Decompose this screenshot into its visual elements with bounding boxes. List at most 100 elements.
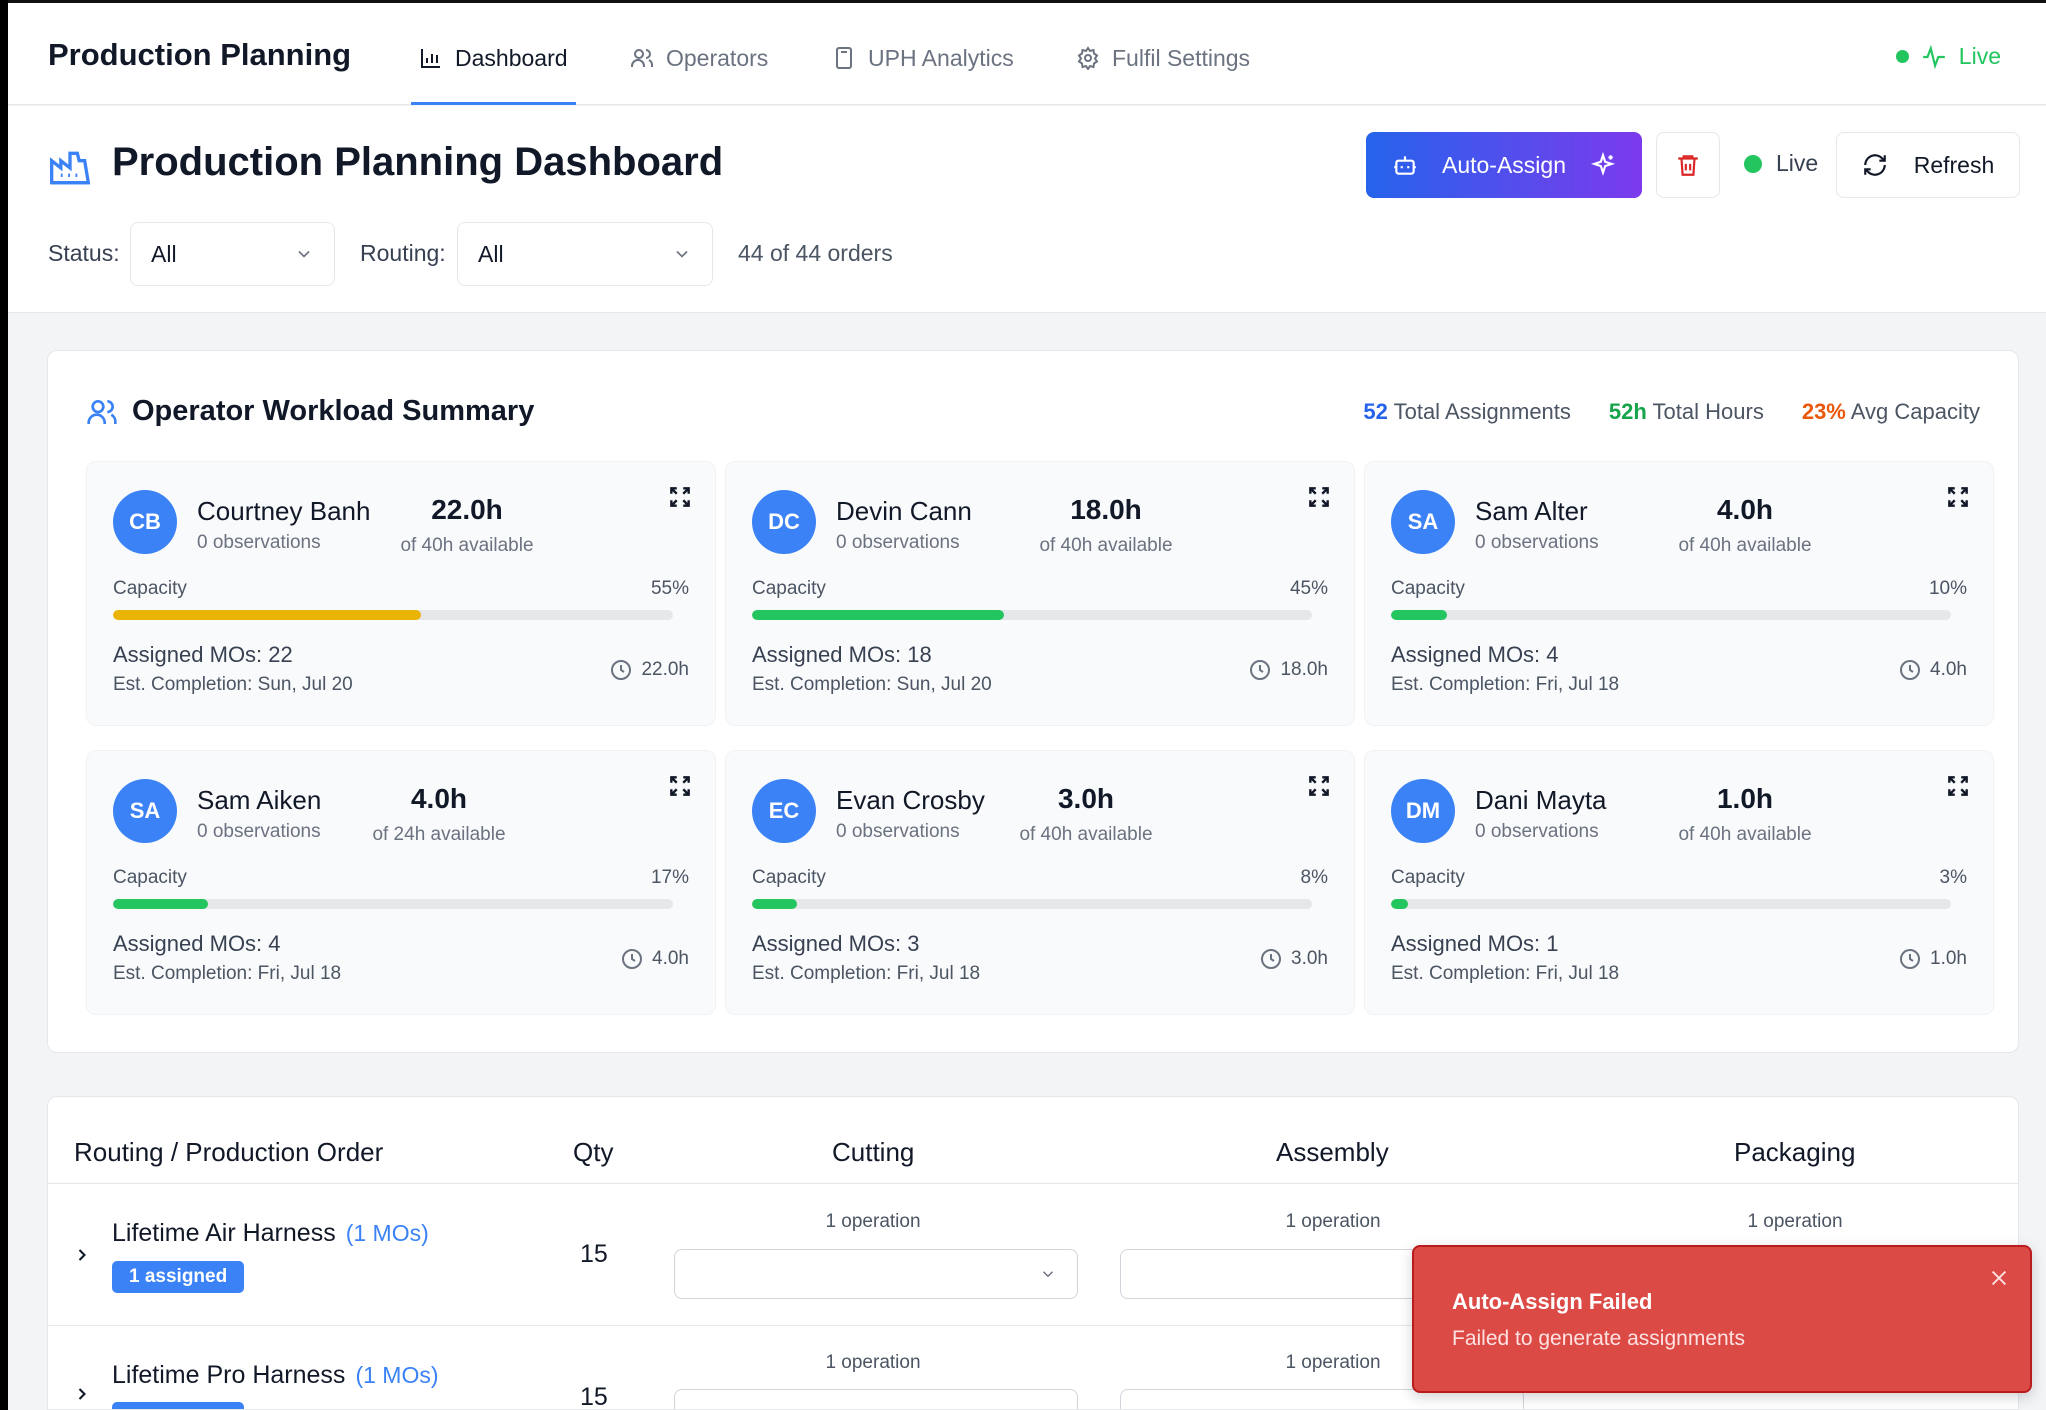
error-toast: Auto-Assign Failed Failed to generate as…	[1412, 1245, 2032, 1393]
capacity-bar	[113, 899, 673, 909]
operator-card[interactable]: SA Sam Alter 0 observations 4.0h of 40h avai…	[1364, 461, 1994, 726]
gear-icon	[1077, 46, 1099, 70]
operator-name: Dani Mayta	[1475, 785, 1607, 815]
header-divider	[48, 1183, 2018, 1184]
assigned-hours: 4.0h	[1716, 494, 1774, 525]
operator-card[interactable]: EC Evan Crosby 0 observations 3.0h of 40h av…	[725, 750, 1355, 1015]
capacity-bar	[1391, 899, 1951, 909]
capacity-bar	[752, 899, 1312, 909]
capacity-label: Capacity	[1391, 578, 1465, 599]
expand-icon[interactable]	[1945, 484, 1971, 510]
routing-name[interactable]: Lifetime Air Harness (1 MOs)	[112, 1219, 429, 1248]
chevron-right-icon[interactable]	[72, 1245, 92, 1265]
header-assembly: Assembly	[1276, 1137, 1389, 1167]
capacity-bar-fill	[752, 899, 797, 909]
header-routing: Routing / Production Order	[74, 1137, 384, 1167]
page-title: Production Planning Dashboard	[112, 140, 724, 184]
hours-badge: 4.0h	[620, 947, 689, 971]
available-hours: of 24h available	[372, 824, 506, 845]
capacity-bar	[113, 610, 673, 620]
assigned-hours: 4.0h	[410, 783, 468, 814]
capacity-label: Capacity	[752, 578, 826, 599]
observations-count: 0 observations	[1475, 532, 1599, 553]
clock-icon	[1261, 949, 1282, 969]
routing-select[interactable]: All	[457, 222, 713, 286]
available-hours: of 40h available	[1678, 535, 1812, 556]
expand-icon[interactable]	[1945, 773, 1971, 799]
operator-card[interactable]: DM Dani Mayta 0 observations 1.0h of 40h ava…	[1364, 750, 1994, 1015]
tab-dashboard[interactable]: Dashboard	[411, 29, 576, 105]
clock-icon	[1900, 949, 1921, 969]
live-dot	[1895, 50, 1909, 63]
capacity-bar-fill	[113, 610, 421, 620]
assigned-hours: 18.0h	[1070, 494, 1142, 525]
expand-icon[interactable]	[667, 484, 693, 510]
live-label: Live	[1958, 43, 2001, 69]
operator-card[interactable]: SA Sam Aiken 0 observations 4.0h of 24h avai…	[86, 750, 716, 1015]
expand-icon[interactable]	[1306, 773, 1332, 799]
capacity-bar-fill	[113, 899, 209, 909]
est-completion: Est. Completion: Fri, Jul 18	[752, 963, 981, 984]
tab-label: UPH Analytics	[868, 45, 1014, 71]
cutting-operator-select[interactable]	[674, 1389, 1078, 1409]
capacity-percent: 10%	[1928, 578, 1967, 599]
auto-assign-button[interactable]: Auto-Assign	[1366, 132, 1642, 198]
stat-avg-capacity: 23% Avg Capacity	[1801, 399, 1980, 424]
auto-assign-label: Auto-Assign	[1441, 151, 1566, 178]
observations-count: 0 observations	[197, 821, 321, 842]
routing-select-value: All	[478, 240, 504, 267]
hours-badge: 4.0h	[1898, 658, 1967, 682]
est-completion: Est. Completion: Fri, Jul 18	[1391, 963, 1620, 984]
clear-assignments-button[interactable]	[1656, 132, 1720, 198]
clock-icon	[1250, 660, 1271, 680]
live-dot	[1744, 154, 1762, 173]
operator-card[interactable]: DC Devin Cann 0 observations 18.0h of 40h av…	[725, 461, 1355, 726]
toast-message: Failed to generate assignments	[1452, 1327, 1746, 1350]
users-icon	[87, 400, 117, 424]
trash-icon	[1678, 155, 1698, 176]
capacity-percent: 55%	[650, 578, 689, 599]
tab-label: Operators	[666, 45, 769, 71]
close-icon[interactable]	[1988, 1267, 2010, 1289]
assigned-hours: 22.0h	[431, 494, 503, 525]
calculator-icon	[836, 47, 852, 69]
avatar: EC	[752, 779, 816, 843]
live-label: Live	[1776, 150, 1819, 176]
avatar: SA	[1391, 490, 1455, 554]
cutting-operator-select[interactable]	[674, 1249, 1078, 1299]
operator-card[interactable]: CB Courtney Banh 0 observations 22.0h of 40h…	[86, 461, 716, 726]
cutting-op-count: 1 operation	[825, 1211, 921, 1232]
capacity-label: Capacity	[113, 578, 187, 599]
available-hours: of 40h available	[400, 535, 534, 556]
hours-badge: 3.0h	[1259, 947, 1328, 971]
refresh-button[interactable]: Refresh	[1836, 132, 2020, 198]
refresh-icon	[1863, 154, 1886, 176]
expand-icon[interactable]	[1306, 484, 1332, 510]
header-packaging: Packaging	[1734, 1137, 1856, 1167]
routing-filter-label: Routing:	[360, 240, 446, 266]
tab-fulfil-settings[interactable]: Fulfil Settings	[1076, 29, 1250, 105]
operator-name: Devin Cann	[836, 496, 972, 526]
capacity-bar-fill	[1391, 899, 1408, 909]
status-select[interactable]: All	[130, 222, 335, 286]
status-filter-label: Status:	[48, 240, 120, 266]
packaging-op-count: 1 operation	[1747, 1211, 1843, 1232]
chevron-right-icon[interactable]	[72, 1384, 92, 1404]
capacity-label: Capacity	[752, 867, 826, 888]
tab-uph-analytics[interactable]: UPH Analytics	[832, 29, 1014, 105]
assigned-mos: Assigned MOs: 4	[1391, 642, 1559, 667]
tab-label: Fulfil Settings	[1112, 45, 1251, 71]
expand-icon[interactable]	[667, 773, 693, 799]
est-completion: Est. Completion: Fri, Jul 18	[1391, 674, 1620, 695]
toast-title: Auto-Assign Failed	[1452, 1289, 1653, 1314]
assigned-hours: 1.0h	[1716, 783, 1774, 814]
top-navigation: Production Planning Dashboard Operators …	[8, 0, 2046, 105]
workload-title: Operator Workload Summary	[132, 395, 535, 427]
tab-operators[interactable]: Operators	[630, 29, 768, 105]
assigned-hours: 3.0h	[1057, 783, 1115, 814]
assembly-op-count: 1 operation	[1285, 1352, 1381, 1373]
assigned-badge: 1 assigned	[112, 1402, 245, 1409]
avatar: SA	[113, 779, 177, 843]
routing-name[interactable]: Lifetime Pro Harness (1 MOs)	[112, 1361, 439, 1390]
clock-icon	[1900, 660, 1921, 680]
